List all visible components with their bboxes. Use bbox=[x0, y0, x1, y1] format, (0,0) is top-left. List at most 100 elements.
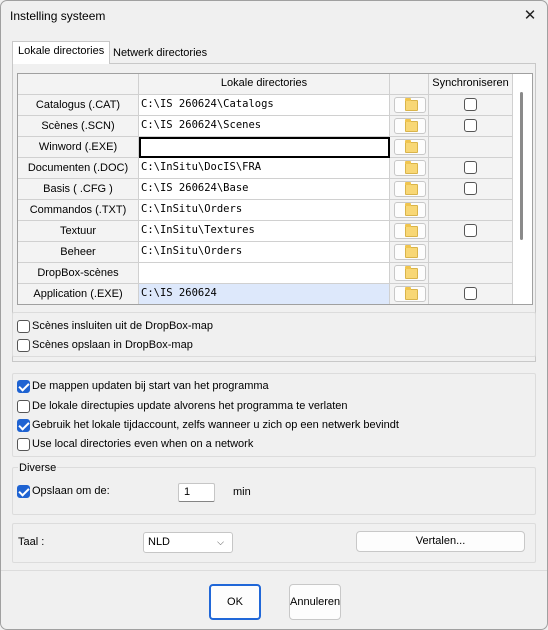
grid-browse-cell bbox=[390, 263, 429, 284]
translate-button[interactable]: Vertalen... bbox=[356, 531, 525, 552]
grid-browse-cell bbox=[390, 242, 429, 263]
chevron-down-icon: ⌵ bbox=[217, 537, 224, 547]
grid-browse-cell bbox=[390, 137, 429, 158]
grid-directory-field[interactable]: C:\IS 260624\Scenes bbox=[139, 116, 390, 137]
close-icon[interactable]: ✕ bbox=[516, 3, 544, 29]
grid-sync-cell bbox=[429, 200, 513, 221]
grid-browse-cell bbox=[390, 221, 429, 242]
grid-browse-cell bbox=[390, 200, 429, 221]
local-time-account-checkbox[interactable] bbox=[17, 419, 30, 432]
misc-group-title: Diverse bbox=[18, 462, 58, 474]
tab-netwerk-directories[interactable]: Netwerk directories bbox=[108, 44, 212, 64]
browse-folder-button[interactable] bbox=[394, 223, 426, 239]
browse-folder-button[interactable] bbox=[394, 265, 426, 281]
grid-sync-cell bbox=[429, 158, 513, 179]
directories-grid: Lokale directories Synchroniseren Catalo… bbox=[17, 73, 533, 305]
dropbox-include-label: Scènes insluiten uit de DropBox-map bbox=[32, 320, 213, 332]
folder-icon bbox=[405, 245, 418, 258]
grid-directory-field[interactable]: C:\IS 260624\Base bbox=[139, 179, 390, 200]
grid-sync-cell bbox=[429, 116, 513, 137]
browse-folder-button[interactable] bbox=[394, 181, 426, 197]
browse-folder-button[interactable] bbox=[394, 244, 426, 260]
folder-icon bbox=[405, 266, 418, 279]
ok-button[interactable]: OK bbox=[209, 584, 261, 620]
grid-browse-cell bbox=[390, 116, 429, 137]
grid-browse-cell bbox=[390, 284, 429, 304]
browse-folder-button[interactable] bbox=[394, 118, 426, 134]
folder-icon bbox=[405, 98, 418, 111]
grid-row-label: Catalogus (.CAT) bbox=[18, 95, 139, 116]
folder-icon bbox=[405, 224, 418, 237]
browse-folder-button[interactable] bbox=[394, 97, 426, 113]
sync-checkbox[interactable] bbox=[464, 224, 477, 237]
grid-directory-field[interactable]: C:\InSitu\Orders bbox=[139, 200, 390, 221]
sync-checkbox[interactable] bbox=[464, 287, 477, 300]
sync-checkbox[interactable] bbox=[464, 161, 477, 174]
grid-row-label: Application (.EXE) bbox=[18, 284, 139, 304]
folder-icon bbox=[405, 161, 418, 174]
browse-folder-button[interactable] bbox=[394, 286, 426, 302]
save-every-unit: min bbox=[233, 486, 251, 498]
grid-row-label: DropBox-scènes bbox=[18, 263, 139, 284]
title-bar: Instelling systeem ✕ bbox=[0, 0, 548, 32]
folder-icon bbox=[405, 140, 418, 153]
use-local-dirs-label: Use local directories even when on a net… bbox=[32, 438, 254, 450]
grid-browse-cell bbox=[390, 179, 429, 200]
column-header-browse bbox=[390, 74, 429, 95]
browse-folder-button[interactable] bbox=[394, 160, 426, 176]
grid-row-label: Basis ( .CFG ) bbox=[18, 179, 139, 200]
dialog-footer bbox=[1, 570, 547, 629]
tab-lokale-directories[interactable]: Lokale directories bbox=[12, 41, 111, 64]
update-on-exit-label: De lokale directupies update alvorens he… bbox=[32, 400, 348, 412]
grid-directory-field[interactable]: C:\InSitu\Orders bbox=[139, 242, 390, 263]
language-label: Taal : bbox=[18, 536, 45, 548]
save-every-checkbox[interactable] bbox=[17, 485, 30, 498]
grid-row-label: Documenten (.DOC) bbox=[18, 158, 139, 179]
update-on-start-label: De mappen updaten bij start van het prog… bbox=[32, 380, 269, 392]
grid-directory-field[interactable]: C:\InSitu\DocIS\FRA bbox=[139, 158, 390, 179]
browse-folder-button[interactable] bbox=[394, 139, 426, 155]
grid-browse-cell bbox=[390, 158, 429, 179]
grid-directory-field[interactable] bbox=[139, 137, 390, 158]
scrollbar-track[interactable] bbox=[528, 74, 532, 304]
language-select[interactable]: NLD ⌵ bbox=[143, 532, 233, 553]
grid-sync-cell bbox=[429, 179, 513, 200]
sync-checkbox[interactable] bbox=[464, 98, 477, 111]
grid-corner bbox=[18, 74, 139, 95]
grid-row-label: Commandos (.TXT) bbox=[18, 200, 139, 221]
save-every-label: Opslaan om de: bbox=[32, 485, 110, 497]
browse-folder-button[interactable] bbox=[394, 202, 426, 218]
grid-browse-cell bbox=[390, 95, 429, 116]
dropbox-include-checkbox[interactable] bbox=[17, 320, 30, 333]
grid-directory-field[interactable]: C:\IS 260624 bbox=[139, 284, 390, 304]
sync-checkbox[interactable] bbox=[464, 182, 477, 195]
grid-sync-cell bbox=[429, 95, 513, 116]
update-on-exit-checkbox[interactable] bbox=[17, 400, 30, 413]
cancel-button[interactable]: Annuleren bbox=[289, 584, 341, 620]
sync-checkbox[interactable] bbox=[464, 119, 477, 132]
dropbox-save-checkbox[interactable] bbox=[17, 339, 30, 352]
local-time-account-label: Gebruik het lokale tijdaccount, zelfs wa… bbox=[32, 419, 399, 431]
grid-sync-cell bbox=[429, 284, 513, 304]
language-selected: NLD bbox=[148, 536, 171, 548]
update-on-start-checkbox[interactable] bbox=[17, 380, 30, 393]
folder-icon bbox=[405, 203, 418, 216]
use-local-dirs-checkbox[interactable] bbox=[17, 438, 30, 451]
grid-sync-cell bbox=[429, 242, 513, 263]
scrollbar-thumb[interactable] bbox=[520, 92, 523, 240]
grid-sync-cell bbox=[429, 263, 513, 284]
grid-sync-cell bbox=[429, 221, 513, 242]
folder-icon bbox=[405, 119, 418, 132]
grid-directory-field[interactable]: C:\IS 260624\Catalogs bbox=[139, 95, 390, 116]
column-header-directories: Lokale directories bbox=[139, 74, 390, 95]
window-title: Instelling systeem bbox=[10, 9, 106, 23]
folder-icon bbox=[405, 287, 418, 300]
grid-directory-field[interactable]: C:\InSitu\Textures bbox=[139, 221, 390, 242]
grid-row-label: Textuur bbox=[18, 221, 139, 242]
grid-row-label: Winword (.EXE) bbox=[18, 137, 139, 158]
folder-icon bbox=[405, 182, 418, 195]
save-every-input[interactable]: 1 bbox=[178, 483, 215, 502]
dropbox-save-label: Scènes opslaan in DropBox-map bbox=[32, 339, 193, 351]
grid-directory-field[interactable] bbox=[139, 263, 390, 284]
grid-sync-cell bbox=[429, 137, 513, 158]
